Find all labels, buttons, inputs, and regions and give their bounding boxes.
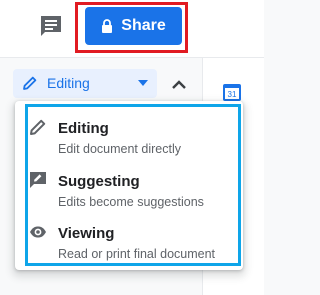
hide-menus-button[interactable] [166,72,192,98]
mode-dropdown-label: Editing [47,75,90,91]
share-button[interactable]: Share [85,7,182,45]
calendar-icon[interactable]: 31 [222,82,242,102]
editing-mode-dropdown[interactable]: Editing [13,69,157,98]
calendar-day: 31 [228,90,237,99]
lock-icon [102,19,113,33]
share-button-label: Share [121,17,166,34]
pencil-icon [23,76,37,90]
caret-down-icon [138,80,148,86]
comment-history-icon[interactable] [38,14,64,38]
menu-highlight-box [25,104,241,266]
chevron-up-icon [172,80,186,89]
